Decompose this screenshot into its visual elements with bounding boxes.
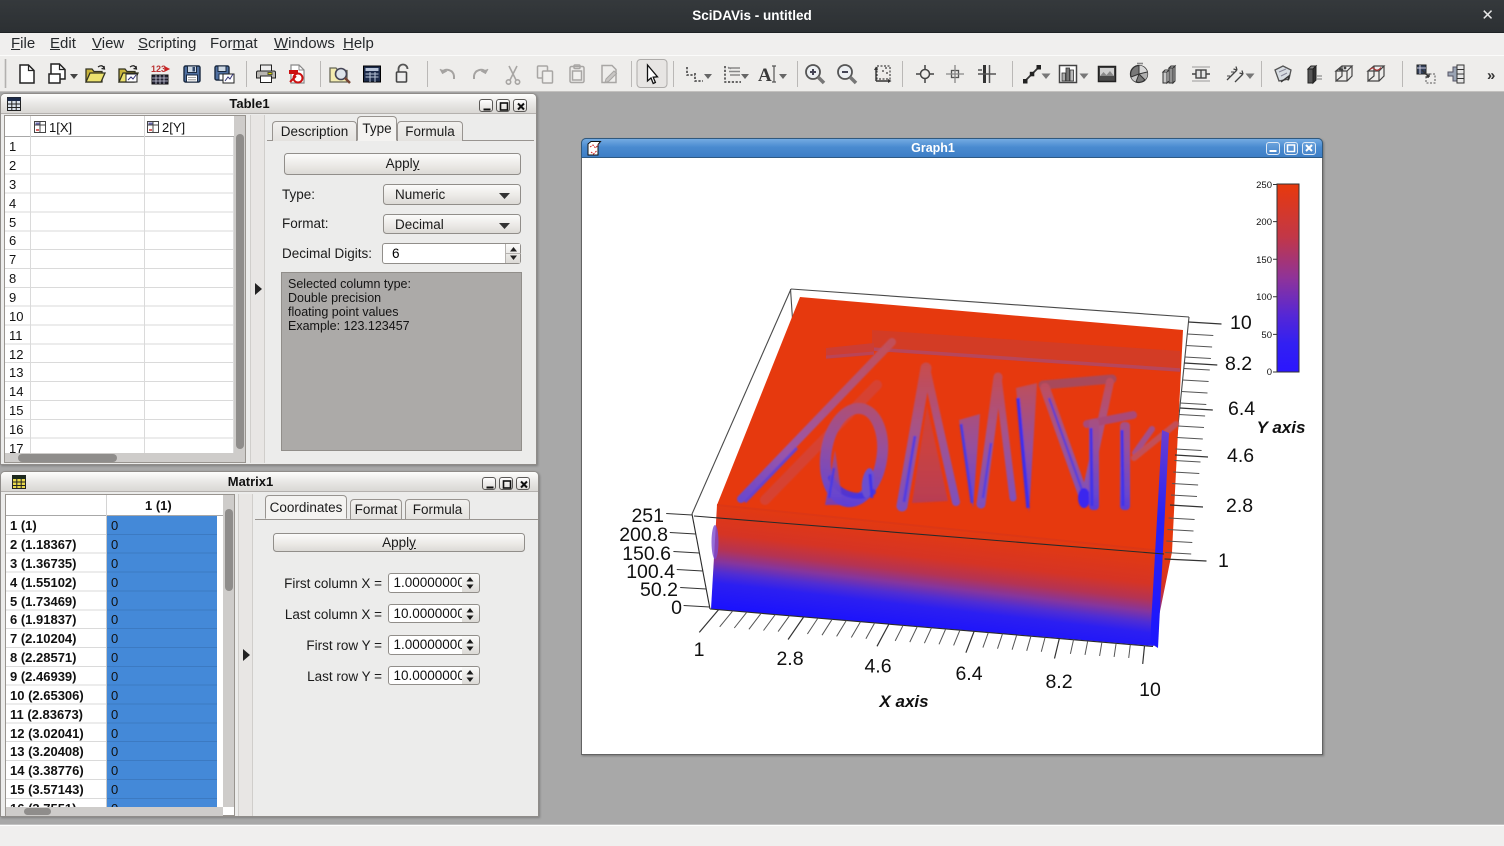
svg-text:2.8: 2.8 <box>1226 495 1253 517</box>
svg-text:1: 1 <box>1218 550 1229 572</box>
svg-text:Y axis: Y axis <box>1257 418 1306 437</box>
svg-text:0: 0 <box>1267 367 1272 378</box>
svg-text:10: 10 <box>1139 679 1161 701</box>
svg-text:50: 50 <box>1261 330 1272 341</box>
svg-text:6.4: 6.4 <box>1228 398 1255 420</box>
svg-text:150: 150 <box>1256 255 1272 266</box>
svg-text:4.6: 4.6 <box>864 656 891 678</box>
svg-text:X axis: X axis <box>878 692 928 711</box>
svg-text:6.4: 6.4 <box>955 663 982 685</box>
svg-text:»: » <box>1487 67 1495 84</box>
svg-text:100: 100 <box>1256 292 1272 303</box>
svg-text:4.6: 4.6 <box>1227 445 1254 467</box>
svg-text:123: 123 <box>151 64 166 74</box>
svg-text:8.2: 8.2 <box>1225 353 1252 375</box>
svg-text:250: 250 <box>1256 180 1272 191</box>
svg-text:8.2: 8.2 <box>1045 671 1072 693</box>
svg-text:0: 0 <box>671 597 682 619</box>
svg-text:A: A <box>758 65 772 86</box>
svg-text:200: 200 <box>1256 217 1272 228</box>
svg-text:10: 10 <box>1230 312 1252 334</box>
svg-text:2.8: 2.8 <box>776 648 803 670</box>
svg-text:1: 1 <box>694 639 705 661</box>
